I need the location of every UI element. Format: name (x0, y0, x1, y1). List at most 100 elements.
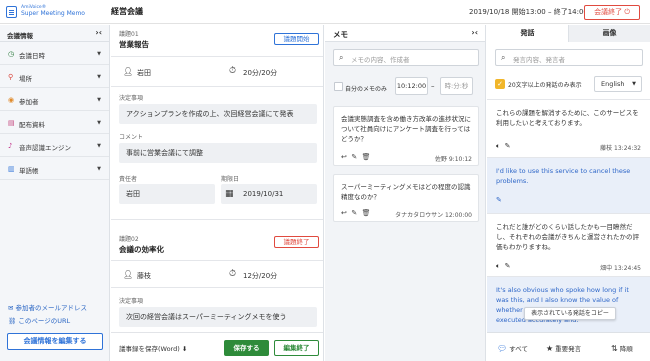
memo-author: 佐野 (434, 156, 447, 163)
clock-icon: ◷ (8, 50, 15, 58)
calendar-icon[interactable]: ▦ (225, 189, 234, 199)
memo-header: メモ ›‹ (325, 25, 485, 42)
app-header: AmiVoice® Super Meeting Memo 経営会議 2019/1… (0, 0, 650, 24)
comment-field[interactable]: 事前に営業会議にて調整 (119, 143, 317, 163)
edit-icon[interactable]: ✎ (505, 262, 511, 270)
sidebar-item[interactable]: ⚲ 場所 ▼ (0, 66, 109, 88)
save-word-button[interactable]: 議事録を保存(Word) ⬇ (119, 343, 187, 353)
time-to-input[interactable]: 時:分:秒 (440, 77, 473, 95)
decision-field[interactable]: アクションプランを作成の上、次回経営会議にて発表 (119, 104, 317, 124)
reply-icon[interactable]: ↩ (341, 153, 347, 161)
memo-time: 12:00:00 (445, 212, 472, 219)
collapse-memo-icon[interactable]: ›‹ (471, 28, 478, 37)
chevron-down-icon: ▼ (97, 166, 101, 172)
chevron-down-icon: ▼ (97, 120, 101, 126)
own-memo-checkbox[interactable] (334, 82, 343, 91)
speaker-icon[interactable]: 🔈︎ (496, 262, 500, 270)
divider (111, 260, 323, 261)
edit-icon[interactable]: ✎ (505, 142, 511, 150)
edit-icon[interactable]: ✎ (496, 196, 502, 204)
finish-editing-button[interactable]: 編集終了 (274, 340, 319, 356)
utterance-item[interactable]: これらの課題を解消するために、このサービスを利用したいと考えております。 🔈︎ … (487, 99, 650, 157)
sidebar-link[interactable]: ✉ 参加者のメールアドレス (8, 302, 87, 312)
mic-icon: ♪ (8, 142, 13, 150)
memo-card[interactable]: スーパーミーティングメモはどの程度の認識精度なのか？ ↩ ✎ 🗑︎ タナカタロウ… (333, 174, 479, 222)
sidebar-item-label: 音声認識エンジン (19, 144, 71, 152)
agenda-panel: 議題01 営業報告 議題開始 👤︎ 岩田 ⏱ 20分/20分 決定事項 アクショ… (111, 25, 324, 361)
utterance-search-input[interactable]: ⌕ 発言内容、発言者 (495, 49, 643, 66)
sort-order-label: 降順 (619, 345, 633, 353)
person-icon: ◉ (8, 96, 15, 104)
meeting-title: 経営会議 (111, 7, 143, 16)
collapse-sidebar-icon[interactable]: ›‹ (95, 28, 102, 37)
timer-icon: ⏱ (229, 269, 237, 279)
memo-text: 会議実態調査を含め働き方改革の進捗状況について社員向けにアンケート調査を行っては… (341, 115, 471, 143)
sidebar-item[interactable]: ◉ 参加者 ▼ (0, 89, 109, 111)
long-utterance-checkbox[interactable]: ✓ (495, 79, 505, 89)
reply-icon[interactable]: ↩ (341, 209, 347, 217)
app-logo: AmiVoice® Super Meeting Memo (6, 5, 106, 19)
utterance-meta: 畑中 13:24:45 (600, 263, 641, 272)
end-meeting-button[interactable]: 会議終了 ⏻ (584, 5, 640, 20)
memo-search-placeholder: メモの内容、作成者 (351, 56, 410, 64)
sidebar-link[interactable]: ⛓ このページのURL (8, 315, 70, 325)
utterance-time: 13:24:45 (614, 265, 641, 272)
agenda-start-button[interactable]: 議題開始 (274, 33, 319, 45)
agenda-number: 議題02 (119, 236, 139, 243)
memo-card[interactable]: 会議実態調査を含め働き方改革の進捗状況について社員向けにアンケート調査を行っては… (333, 106, 479, 166)
divider (111, 86, 323, 87)
agenda-owner: 岩田 (137, 69, 151, 77)
chevron-down-icon: ▼ (97, 97, 101, 103)
divider (111, 219, 323, 220)
sidebar-item[interactable]: ♪ 音声認識エンジン ▼ (0, 135, 109, 157)
sidebar-item-label: 単語帳 (19, 167, 39, 175)
decision-field[interactable]: 次回の経営会議はスーパーミーティングメモを使う (119, 307, 317, 327)
agenda-end-button[interactable]: 議題終了 (274, 236, 319, 248)
chevron-down-icon: ▼ (97, 143, 101, 149)
decision-label: 決定事項 (119, 95, 144, 102)
language-select[interactable]: English ▼ (594, 76, 642, 92)
utterance-time: 13:24:32 (614, 145, 641, 152)
book-icon: ▥ (8, 165, 15, 173)
agenda-owner: 藤枝 (137, 272, 151, 280)
trash-icon[interactable]: 🗑︎ (362, 153, 371, 161)
filter-all-label: すべて (509, 345, 528, 353)
memo-author: タナカタロウサン (395, 212, 444, 219)
tab-utterances[interactable]: 発話 (487, 25, 568, 42)
filter-important-button[interactable]: ★ 重要発言 (546, 343, 581, 353)
sidebar-item[interactable]: ◷ 会議日時 ▼ (0, 43, 109, 65)
memo-search-input[interactable]: ⌕ メモの内容、作成者 (333, 49, 479, 66)
time-from-input[interactable]: 10:12:00 (395, 77, 428, 95)
utterance-search-placeholder: 発言内容、発言者 (513, 56, 565, 64)
timer-icon: ⏱ (229, 66, 237, 76)
sidebar-item[interactable]: ▥ 単語帳 ▼ (0, 158, 109, 180)
utterance-translation[interactable]: It's also obvious who spoke how long if … (487, 276, 650, 332)
sidebar-item[interactable]: ▤ 配布資料 ▼ (0, 112, 109, 134)
trash-icon[interactable]: 🗑︎ (362, 209, 371, 217)
utterance-item[interactable]: これだと誰がどのくらい話したかも一目瞭然だし、それぞれの会議がきちんと運営された… (487, 213, 650, 276)
sidebar-item-label: 配布資料 (19, 121, 45, 129)
utterance-translation[interactable]: I'd like to use this service to cancel t… (487, 157, 650, 213)
time-range-separator: – (431, 82, 435, 90)
comment-label: コメント (119, 134, 144, 141)
save-button[interactable]: 保存する (224, 340, 269, 356)
pin-icon: ⚲ (8, 73, 14, 81)
star-icon: ★ (546, 344, 554, 353)
agenda-time: 20分/20分 (243, 69, 278, 77)
deadline-field[interactable]: 2019/10/31 (221, 184, 317, 204)
utterance-speaker: 畑中 (600, 265, 613, 272)
edit-icon[interactable]: ✎ (351, 153, 357, 161)
sort-icon: ⇅ (611, 344, 618, 353)
deadline-label: 期限日 (221, 176, 240, 183)
filter-all-button[interactable]: 💬︎ すべて (497, 343, 528, 353)
utterance-panel: 発話 画像 ⌕ 発言内容、発言者 ✓ 20文字以上の発話のみ表示 English… (487, 25, 650, 361)
memo-title: メモ (333, 30, 348, 39)
responsible-field[interactable]: 岩田 (119, 184, 215, 204)
speaker-icon[interactable]: 🔈︎ (496, 142, 500, 150)
meeting-info-sidebar: 会議情報 ›‹ ◷ 会議日時 ▼ ⚲ 場所 ▼ ◉ 参加者 ▼ ▤ 配布資料 ▼ ♪ 音声認識エンジン ▼ ▥… (0, 25, 110, 361)
edit-meeting-info-button[interactable]: 会議情報を編集する (7, 333, 103, 350)
tab-images[interactable]: 画像 (568, 25, 650, 42)
sort-order-button[interactable]: ⇅ 降順 (611, 343, 633, 353)
sidebar-title: 会議情報 (7, 32, 33, 40)
edit-icon[interactable]: ✎ (351, 209, 357, 217)
